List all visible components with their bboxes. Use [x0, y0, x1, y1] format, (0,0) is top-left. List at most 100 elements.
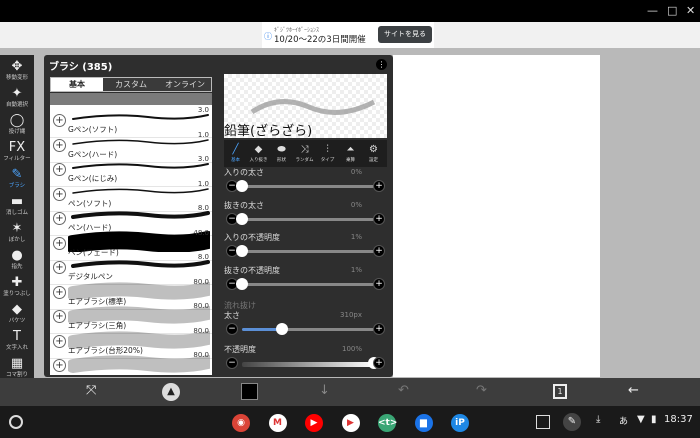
- slider-track[interactable]: [242, 250, 374, 253]
- slider-knob[interactable]: [236, 212, 248, 225]
- launcher-icon[interactable]: [9, 415, 23, 429]
- tool-brush[interactable]: ✎ ブラシ: [0, 166, 34, 195]
- drawing-canvas[interactable]: [393, 55, 600, 377]
- slider-track[interactable]: [242, 217, 374, 221]
- brush-shape-icon[interactable]: ▲: [162, 383, 180, 401]
- redo-icon[interactable]: ↷: [476, 383, 487, 398]
- tab-online[interactable]: オンライン: [159, 78, 211, 91]
- brush-row[interactable]: +80.0: [50, 350, 212, 375]
- category-label: 乗算: [346, 158, 355, 163]
- gmail-icon[interactable]: M: [268, 414, 287, 432]
- basic-icon: ╱: [232, 144, 239, 155]
- ibis-paint-icon[interactable]: iP: [451, 414, 469, 432]
- tool-fill[interactable]: ✚ 塗りつぶし: [0, 274, 34, 303]
- increase-button[interactable]: +: [373, 357, 385, 369]
- more-options-icon[interactable]: ⋮: [376, 59, 387, 70]
- transform-icon[interactable]: ⤧: [86, 383, 96, 398]
- color-swatch[interactable]: [241, 383, 258, 400]
- brush-size: 80.0: [193, 351, 209, 359]
- ad-info-icon[interactable]: ⓘ: [264, 31, 272, 42]
- stylus-icon[interactable]: ✎: [563, 413, 581, 431]
- category-tab[interactable]: ⤨ ランダム: [293, 140, 316, 167]
- files-icon[interactable]: ▆: [414, 414, 433, 432]
- add-brush-button[interactable]: +: [53, 187, 66, 201]
- filter-icon: FX: [8, 140, 26, 155]
- down-arrow-icon[interactable]: ↓: [319, 383, 330, 398]
- tool-move[interactable]: ✥ 移動変形: [0, 58, 34, 87]
- brush-panel: ブラシ (385) ⋮ 基本 カスタム オンライン +3.0 Gペン(ソフト) +1…: [44, 55, 393, 377]
- category-tab[interactable]: ⏶ 乗算: [339, 140, 362, 167]
- system-shelf: ◉ M ▶ ▶ <t> ▆ iP ✎ ⤓ あ ▼ ▮ 18:37: [0, 406, 700, 438]
- add-brush-button[interactable]: +: [53, 114, 66, 127]
- layers-icon[interactable]: 1: [553, 384, 567, 399]
- tool-magic-wand[interactable]: ✦ 自動選択: [0, 85, 34, 114]
- slider-track[interactable]: [242, 185, 374, 188]
- tool-smudge[interactable]: ● 指先: [0, 247, 34, 276]
- slider-track[interactable]: [242, 362, 374, 367]
- slider-track[interactable]: [242, 328, 374, 331]
- decrease-button[interactable]: −: [226, 323, 238, 335]
- type-icon: ⫶: [326, 144, 329, 155]
- tool-eraser[interactable]: ▬ 消しゴム: [0, 193, 34, 222]
- terminal-icon[interactable]: <t>: [378, 414, 397, 432]
- increase-button[interactable]: +: [373, 277, 385, 290]
- start-end-icon: ◆: [254, 144, 263, 155]
- minimize-button[interactable]: —: [647, 4, 658, 17]
- add-brush-button[interactable]: +: [53, 138, 66, 152]
- brush-size: 8.0: [197, 253, 209, 261]
- slider-knob[interactable]: [236, 245, 248, 257]
- category-tab[interactable]: ⚙ 設定: [362, 140, 385, 167]
- add-brush-button[interactable]: +: [53, 212, 66, 225]
- category-label: 入り抜き: [249, 158, 268, 163]
- overview-icon[interactable]: [536, 415, 550, 429]
- close-button[interactable]: ✕: [686, 4, 695, 17]
- add-brush-button[interactable]: +: [53, 261, 66, 274]
- decrease-button[interactable]: −: [226, 357, 238, 369]
- add-brush-button[interactable]: +: [53, 334, 66, 348]
- tool-label: 塗りつぶし: [3, 291, 31, 297]
- add-brush-button[interactable]: +: [53, 285, 66, 299]
- add-brush-button[interactable]: +: [53, 163, 66, 176]
- increase-button[interactable]: +: [373, 245, 385, 257]
- back-icon[interactable]: ←: [628, 383, 639, 398]
- restore-button[interactable]: □: [667, 4, 677, 17]
- tool-bucket[interactable]: ◆ バケツ: [0, 301, 34, 330]
- ime-icon[interactable]: あ: [619, 414, 628, 427]
- ad-cta-button[interactable]: サイトを見る: [378, 26, 432, 43]
- category-tab[interactable]: ╱ 基本: [224, 140, 247, 167]
- slider-knob[interactable]: [275, 323, 288, 335]
- youtube-icon[interactable]: ▶: [305, 414, 323, 432]
- play-store-icon[interactable]: ▶: [341, 414, 360, 432]
- slider-knob[interactable]: [236, 180, 248, 192]
- ad-banner[interactable]: ⓘ ｷﾞｼﾞﾂﾎｰｲﾎﾞｰｼｮﾝｽ 10/20〜22の3日間開催 サイトを見る: [262, 22, 434, 48]
- add-brush-button[interactable]: +: [53, 310, 66, 323]
- random-icon: ⤨: [300, 144, 309, 155]
- add-brush-button[interactable]: +: [53, 359, 66, 372]
- tool-filter[interactable]: FX フィルター: [0, 139, 34, 168]
- tool-label: 文字入れ: [5, 345, 28, 351]
- category-tab[interactable]: ⫶ タイプ: [316, 140, 339, 167]
- tool-lasso[interactable]: ◯ 投げ縄: [0, 112, 34, 141]
- tool-label: 移動変形: [5, 75, 28, 81]
- slider-knob[interactable]: [236, 277, 248, 290]
- setting-value: 0%: [350, 168, 362, 176]
- slider-track[interactable]: [242, 282, 374, 286]
- tool-blur[interactable]: ✶ ぼかし: [0, 220, 34, 249]
- increase-button[interactable]: +: [373, 323, 385, 335]
- download-icon[interactable]: ⤓: [596, 414, 600, 425]
- undo-icon[interactable]: ↶: [398, 383, 409, 398]
- increase-button[interactable]: +: [373, 212, 385, 225]
- category-tab[interactable]: ◆ 入り抜き: [247, 140, 270, 167]
- add-brush-button[interactable]: +: [53, 236, 66, 250]
- brush-list[interactable]: +3.0 Gペン(ソフト) +1.0 Gペン(ハード) +3.0 Gペン(にじみ) +1.0…: [50, 105, 212, 375]
- clock[interactable]: 18:37: [664, 414, 693, 425]
- wifi-icon[interactable]: ▼: [637, 414, 645, 425]
- brush-tabs: 基本 カスタム オンライン: [50, 77, 212, 92]
- tab-basic[interactable]: 基本: [51, 78, 103, 91]
- chrome-icon[interactable]: ◉: [232, 414, 250, 432]
- tool-text[interactable]: T 文字入れ: [0, 328, 34, 357]
- category-tab[interactable]: ⬬ 形状: [270, 140, 293, 167]
- increase-button[interactable]: +: [373, 180, 385, 192]
- battery-icon[interactable]: ▮: [651, 414, 657, 425]
- tab-custom[interactable]: カスタム: [105, 78, 157, 91]
